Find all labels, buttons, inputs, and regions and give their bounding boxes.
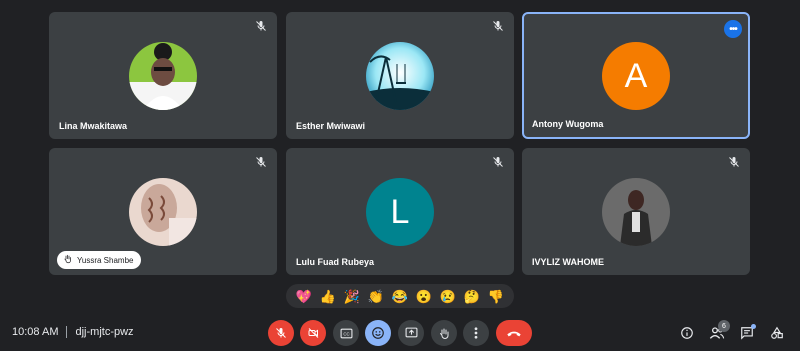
reaction-thinking[interactable]: 🤔 (464, 290, 480, 303)
people-button[interactable]: 6 (708, 320, 730, 342)
participant-tile[interactable]: IVYLIZ WAHOME (522, 148, 750, 275)
mic-off-icon (253, 18, 269, 34)
participant-name-pill: Yussra Shambe (57, 251, 142, 269)
hang-up-icon (507, 331, 521, 337)
more-vert-icon (474, 327, 478, 339)
meeting-info: 10:08 AM djj-mjtc-pwz (12, 326, 134, 338)
participant-name: Esther Mwiwawi (296, 121, 366, 131)
captions-button[interactable]: CC (333, 320, 359, 346)
reaction-clap[interactable]: 👏 (368, 290, 384, 303)
raise-hand-button[interactable] (431, 320, 457, 346)
reaction-thumbs-up[interactable]: 👍 (320, 290, 336, 303)
reaction-thumbs-down[interactable]: 👎 (488, 290, 504, 303)
mic-off-icon (490, 18, 506, 34)
captions-icon: CC (340, 328, 352, 338)
participant-name: Antony Wugoma (532, 119, 604, 129)
reactions-bar: 💖 👍 🎉 👏 😂 😮 😢 🤔 👎 (286, 284, 514, 308)
avatar (129, 42, 197, 110)
reaction-sad[interactable]: 😢 (440, 290, 456, 303)
participant-name: IVYLIZ WAHOME (532, 257, 604, 267)
activities-icon (771, 326, 783, 339)
participant-tile[interactable]: L Lulu Fuad Rubeya (286, 148, 514, 275)
mic-off-icon (276, 328, 286, 338)
participant-name: Lulu Fuad Rubeya (296, 257, 375, 267)
avatar (366, 42, 434, 110)
more-options-icon[interactable]: ••• (724, 20, 742, 38)
meeting-details-button[interactable] (678, 324, 696, 342)
avatar-letter: L (366, 178, 434, 246)
avatar-letter: A (602, 42, 670, 110)
reaction-laugh[interactable]: 😂 (392, 290, 408, 303)
raise-hand-icon (440, 328, 449, 339)
present-icon (405, 327, 417, 338)
camera-off-icon (308, 328, 318, 338)
reaction-surprised[interactable]: 😮 (416, 290, 432, 303)
leave-call-button[interactable] (496, 320, 532, 346)
divider (66, 326, 68, 338)
emoji-icon (372, 327, 384, 339)
participant-tile[interactable]: Esther Mwiwawi (286, 12, 514, 139)
participant-name: Lina Mwakitawa (59, 121, 128, 131)
camera-toggle-button[interactable] (300, 320, 326, 346)
reaction-party[interactable]: 🎉 (344, 290, 360, 303)
present-button[interactable] (398, 320, 424, 346)
mic-toggle-button[interactable] (268, 320, 294, 346)
control-bar: 10:08 AM djj-mjtc-pwz CC 6 (0, 316, 800, 351)
info-icon (681, 327, 693, 339)
avatar (129, 178, 197, 246)
raise-hand-icon (63, 254, 72, 266)
participant-tile[interactable]: Yussra Shambe (49, 148, 277, 275)
participant-grid: Lina Mwakitawa Esther Mwiwawi ••• A Anto… (0, 0, 800, 290)
mic-off-icon (490, 154, 506, 170)
people-count-badge: 6 (718, 320, 730, 332)
unread-dot (751, 324, 756, 329)
participant-name: Yussra Shambe (77, 255, 134, 265)
reaction-heart[interactable]: 💖 (296, 290, 312, 303)
participant-tile[interactable]: Lina Mwakitawa (49, 12, 277, 139)
participant-tile-active[interactable]: ••• A Antony Wugoma (522, 12, 750, 139)
activities-button[interactable] (768, 324, 786, 342)
emoji-button[interactable] (365, 320, 391, 346)
mic-off-icon (726, 154, 742, 170)
chat-button[interactable] (738, 324, 756, 342)
svg-text:CC: CC (343, 331, 349, 336)
avatar (602, 178, 670, 246)
meeting-time: 10:08 AM (12, 326, 59, 338)
meeting-code: djj-mjtc-pwz (75, 326, 134, 338)
more-options-button[interactable] (463, 320, 489, 346)
mic-off-icon (253, 154, 269, 170)
